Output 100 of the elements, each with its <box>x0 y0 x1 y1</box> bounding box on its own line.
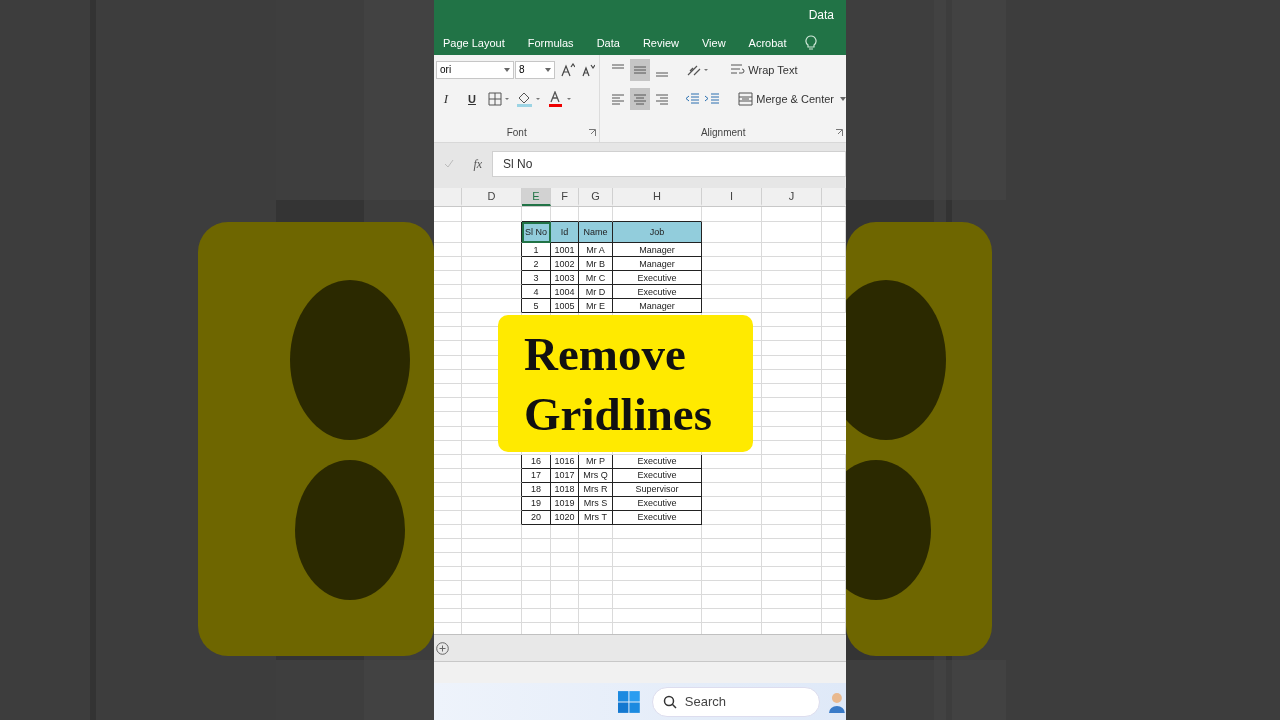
column-header[interactable]: J <box>762 188 822 206</box>
grid-cell[interactable] <box>462 468 522 483</box>
group-label: Alignment <box>700 127 746 138</box>
table-cell: 5 <box>522 299 551 313</box>
table-cell: Mrs T <box>579 510 613 525</box>
add-sheet-icon[interactable] <box>436 641 449 655</box>
search-icon <box>662 694 677 709</box>
borders-icon[interactable] <box>488 91 510 106</box>
table-cell: 20 <box>522 510 551 525</box>
table-cell: 1002 <box>551 257 579 271</box>
table-cell: 1017 <box>551 468 579 483</box>
insert-function-button[interactable]: fx <box>473 156 483 172</box>
table-cell: 1001 <box>551 243 579 257</box>
table-cell: Mrs R <box>579 482 613 497</box>
table-cell: Manager <box>613 299 702 313</box>
banner-title: Remove Gridlines <box>524 326 714 442</box>
table-cell: 1004 <box>551 285 579 299</box>
grid-cell[interactable] <box>462 482 522 497</box>
font-color-icon[interactable] <box>548 90 574 107</box>
table-cell: Executive <box>613 496 702 511</box>
table-cell: Manager <box>613 257 702 271</box>
merge-center-button[interactable]: Merge & Center <box>736 87 836 110</box>
ribbon-tab[interactable]: Review <box>641 36 691 49</box>
table-cell: 17 <box>522 468 551 483</box>
merge-cells-icon <box>738 91 754 106</box>
column-header[interactable]: H <box>613 188 702 206</box>
header-cell: Job <box>613 222 702 243</box>
table-cell: 1005 <box>551 299 579 313</box>
shrink-font-icon[interactable] <box>581 62 595 77</box>
table-cell: 4 <box>522 285 551 299</box>
table-cell: Mrs Q <box>579 468 613 483</box>
table-cell: 1016 <box>551 454 579 469</box>
column-header[interactable]: G <box>579 188 613 206</box>
column-header[interactable]: I <box>702 188 762 206</box>
table-cell: Executive <box>613 271 702 285</box>
table-cell: Mr B <box>579 257 613 271</box>
table-cell: Mr D <box>579 285 613 299</box>
table-cell: 18 <box>522 482 551 497</box>
font-size-field[interactable]: 8 <box>515 60 555 79</box>
align-center-button[interactable] <box>630 87 651 110</box>
grid-cell[interactable] <box>462 243 522 257</box>
grow-font-icon[interactable] <box>561 62 575 77</box>
table-cell: 1020 <box>551 510 579 525</box>
ribbon-tab[interactable]: Acrobat <box>747 36 799 49</box>
ribbon-tab[interactable]: Data <box>595 36 632 49</box>
table-cell: Mr C <box>579 271 613 285</box>
wrap-text-button[interactable]: Wrap Text <box>728 58 800 81</box>
group-label: Font <box>506 127 527 138</box>
caret-icon[interactable] <box>840 96 846 101</box>
windows-logo-icon[interactable] <box>618 690 640 713</box>
table-cell: 1019 <box>551 496 579 511</box>
fill-color-icon[interactable] <box>516 90 542 107</box>
caret-icon[interactable] <box>504 67 510 72</box>
ribbon-tab[interactable]: Page Layout <box>442 36 517 49</box>
ribbon-tab[interactable]: Formulas <box>526 36 586 49</box>
table-cell: Mrs S <box>579 496 613 511</box>
table-cell: 16 <box>522 454 551 469</box>
grid-cell[interactable] <box>462 496 522 511</box>
header-cell: Sl No <box>522 222 551 243</box>
header-cell: Name <box>579 222 613 243</box>
table-cell: Executive <box>613 454 702 469</box>
grid-cell[interactable] <box>462 271 522 285</box>
decrease-indent-icon[interactable] <box>684 90 701 107</box>
lightbulb-icon <box>804 34 817 51</box>
table-cell: Manager <box>613 243 702 257</box>
increase-indent-icon[interactable] <box>704 90 721 107</box>
middle-align-button[interactable] <box>630 58 651 81</box>
header-cell: Id <box>551 222 579 243</box>
dialog-launcher-icon[interactable] <box>589 129 597 136</box>
table-cell: Executive <box>613 510 702 525</box>
dialog-launcher-icon[interactable] <box>836 129 843 136</box>
ribbon-tab[interactable]: View <box>700 36 738 49</box>
grid-cell[interactable] <box>462 257 522 271</box>
grid-cell[interactable] <box>462 299 522 313</box>
table-cell: 3 <box>522 271 551 285</box>
table-cell: 1018 <box>551 482 579 497</box>
table-cell: Mr A <box>579 243 613 257</box>
wrap-text-icon <box>730 62 746 77</box>
italic-button[interactable]: I <box>436 87 456 110</box>
underline-button[interactable]: U <box>462 87 482 110</box>
grid-cell[interactable] <box>462 510 522 525</box>
font-name-field[interactable]: ori <box>436 60 514 79</box>
table-cell: 1003 <box>551 271 579 285</box>
check-icon[interactable] <box>443 159 454 169</box>
caret-icon[interactable] <box>545 67 551 72</box>
column-header[interactable]: E <box>522 188 551 206</box>
table-cell: 19 <box>522 496 551 511</box>
search-field[interactable]: Search <box>651 686 821 717</box>
table-cell: Mr P <box>579 454 613 469</box>
table-cell: Mr E <box>579 299 613 313</box>
grid-cell[interactable] <box>462 285 522 299</box>
window-title: Data <box>808 8 834 22</box>
column-header[interactable]: F <box>551 188 579 206</box>
table-cell: Supervisor <box>613 482 702 497</box>
middle-align-icon <box>633 64 648 75</box>
formula-field[interactable]: Sl No <box>492 151 846 177</box>
table-cell: 1 <box>522 243 551 257</box>
table-cell: Executive <box>613 468 702 483</box>
person-icon[interactable] <box>828 690 846 713</box>
grid-cell[interactable] <box>462 454 522 469</box>
